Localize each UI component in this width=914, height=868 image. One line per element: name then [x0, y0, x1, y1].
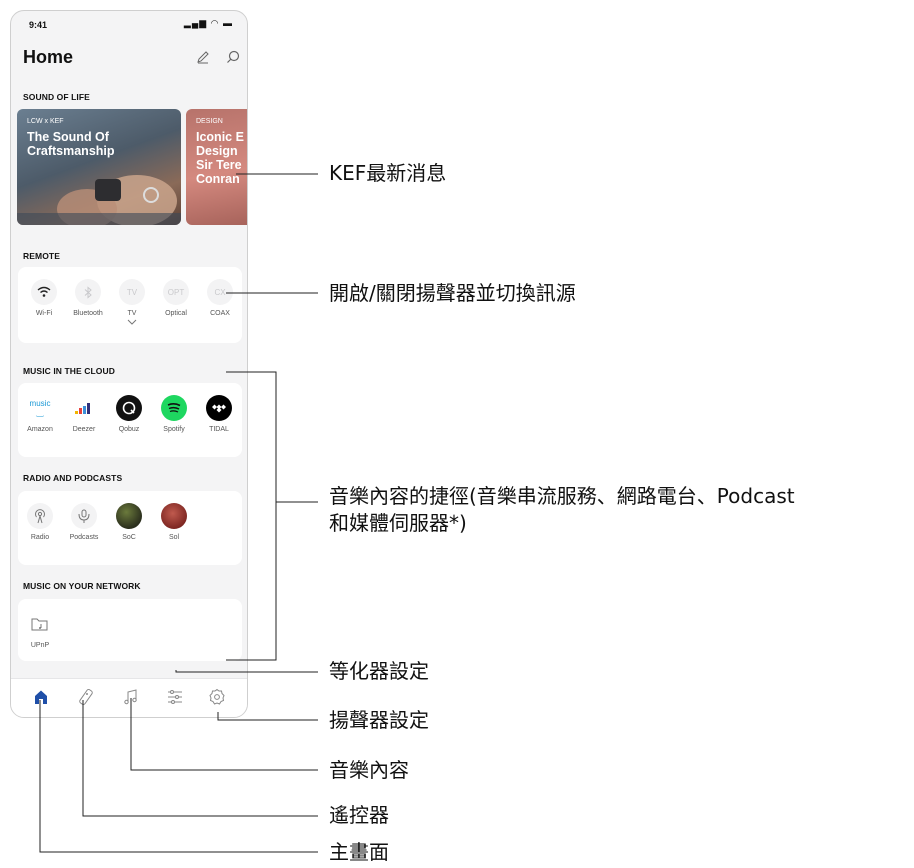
callout-lines [39, 173, 318, 853]
annotation-eq: 等化器設定 [329, 659, 429, 683]
annotation-source: 開啟/關閉揚聲器並切換訊源 [329, 281, 576, 305]
annotation-music: 音樂內容 [329, 758, 409, 782]
annotation-remote: 遙控器 [329, 803, 389, 827]
annotation-speaker: 揚聲器設定 [329, 708, 429, 732]
annotation-home: 主畫面 [329, 840, 389, 864]
annotation-shortcuts-line2: 和媒體伺服器*) [329, 511, 467, 535]
annotation-news: KEF最新消息 [329, 161, 447, 185]
annotation-shortcuts-line1: 音樂內容的捷徑(音樂串流服務、網路電台、Podcast [329, 484, 795, 508]
